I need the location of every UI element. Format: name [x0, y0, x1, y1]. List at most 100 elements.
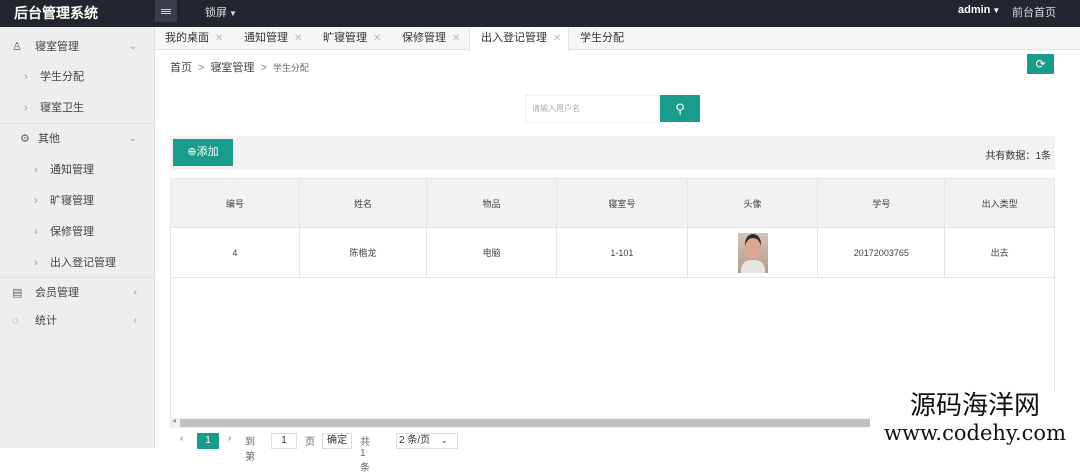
total-unit: 条 — [1041, 151, 1051, 162]
sidebar-item-label: 通知管理 — [50, 164, 94, 176]
breadcrumb: 首页 > 寝室管理 > 学生分配 — [170, 59, 309, 75]
tab-desktop[interactable]: 我的桌面 ✕ — [165, 27, 223, 50]
sidebar-item-label: 保修管理 — [50, 226, 94, 238]
sidebar-item-notice[interactable]: › 通知管理 — [0, 157, 155, 183]
sidebar-item-absence[interactable]: › 旷寝管理 — [0, 188, 155, 214]
caret-down-icon: ▼ — [992, 6, 1001, 15]
lock-screen-label: 锁屏 — [205, 7, 227, 19]
cell-student-no: 20172003765 — [817, 227, 946, 278]
settings-icon: ⚙ — [20, 133, 30, 145]
breadcrumb-section[interactable]: 寝室管理 — [210, 62, 254, 74]
column-header: 编号 — [170, 178, 300, 228]
sidebar-item-label: 学生分配 — [40, 71, 84, 83]
watermark-line1: 源码海洋网 — [909, 391, 1040, 421]
user-name: admin — [958, 4, 991, 16]
top-bar: 后台管理系统 锁屏 ▼ admin ▼ 前台首页 — [0, 0, 1080, 27]
sidebar-item-dorm-hygiene[interactable]: › 寝室卫生 — [0, 95, 155, 121]
sidebar-item-student-assign[interactable]: › 学生分配 — [0, 64, 155, 90]
chevron-right-icon: › — [34, 226, 38, 238]
close-icon[interactable]: ✕ — [373, 33, 381, 44]
tab-label: 通知管理 — [244, 32, 288, 44]
watermark-line2: www.codehy.com — [884, 421, 1066, 445]
tab-label: 旷寝管理 — [323, 32, 367, 44]
tab-label: 保修管理 — [402, 32, 446, 44]
column-header: 姓名 — [298, 178, 428, 228]
page-size-select[interactable]: 2 条/页 ⌄ — [396, 433, 458, 449]
user-menu[interactable]: admin ▼ — [958, 4, 1000, 16]
goto-page-input[interactable]: 1 — [271, 433, 297, 449]
close-icon[interactable]: ✕ — [452, 33, 460, 44]
search-button[interactable]: ⚲ — [660, 95, 700, 122]
sidebar-item-access-log[interactable]: › 出入登记管理 — [0, 250, 155, 276]
refresh-icon: ⟳ — [1035, 57, 1046, 71]
sidebar-group-other[interactable]: ⚙ 其他 ⌄ — [0, 126, 155, 152]
tab-access-log[interactable]: 出入登记管理 ✕ — [469, 27, 569, 51]
total-count: 共有数据：1条 — [985, 147, 1051, 162]
column-header: 头像 — [686, 178, 819, 228]
tab-label: 我的桌面 — [165, 32, 209, 44]
sidebar-group-label: 寝室管理 — [35, 41, 79, 53]
cell-avatar — [686, 227, 819, 278]
chevron-left-icon: ‹ — [133, 315, 137, 326]
sidebar-group-label: 会员管理 — [35, 287, 79, 299]
page-unit-label: 页 — [305, 437, 315, 448]
column-header: 学号 — [817, 178, 946, 228]
chart-icon: ◌ — [12, 315, 19, 327]
sidebar-group-label: 其他 — [38, 133, 60, 145]
sidebar-item-label: 旷寝管理 — [50, 195, 94, 207]
chevron-down-icon: ⌄ — [128, 41, 137, 52]
user-icon: ♙ — [12, 41, 22, 53]
tab-bar: 我的桌面 ✕ 通知管理 ✕ 旷寝管理 ✕ 保修管理 ✕ 出入登记管理 ✕ 学生分配 — [155, 27, 1080, 51]
prev-page-icon[interactable]: ‹ — [180, 433, 183, 444]
breadcrumb-current: 学生分配 — [272, 63, 309, 73]
next-page-icon[interactable]: › — [228, 433, 231, 444]
chevron-left-icon: ‹ — [133, 287, 137, 298]
cell-name: 陈楷龙 — [298, 227, 428, 278]
sidebar-item-label: 寝室卫生 — [40, 102, 84, 114]
page-number-current[interactable]: 1 — [197, 433, 219, 449]
caret-down-icon: ▼ — [229, 9, 237, 18]
sidebar-group-member[interactable]: ▤ 会员管理 ‹ — [0, 280, 155, 306]
divider — [0, 123, 155, 124]
front-page-link[interactable]: 前台首页 — [1012, 4, 1056, 20]
tab-label: 学生分配 — [580, 32, 624, 44]
table-header-row: 编号 姓名 物品 寝室号 头像 学号 出入类型 — [170, 178, 1055, 228]
breadcrumb-separator: > — [198, 62, 205, 74]
search-input[interactable]: 请输入用户名 — [525, 95, 659, 123]
tab-notice[interactable]: 通知管理 ✕ — [244, 27, 302, 50]
tab-absence[interactable]: 旷寝管理 ✕ — [323, 27, 381, 50]
menu-toggle-button[interactable] — [155, 0, 177, 22]
chevron-down-icon: ⌄ — [440, 436, 448, 445]
chevron-right-icon: › — [34, 164, 38, 176]
scroll-left-icon[interactable]: ◂ — [172, 416, 176, 425]
goto-label: 到第 — [245, 437, 255, 463]
tab-repair[interactable]: 保修管理 ✕ — [402, 27, 460, 50]
cell-room: 1-101 — [556, 227, 688, 278]
column-header: 出入类型 — [944, 178, 1055, 228]
add-button[interactable]: ⊕添加 — [173, 139, 233, 166]
breadcrumb-home[interactable]: 首页 — [170, 62, 192, 74]
chevron-right-icon: › — [24, 71, 28, 83]
tab-student-assign[interactable]: 学生分配 — [580, 27, 624, 50]
sidebar-group-stats[interactable]: ◌ 统计 ‹ — [0, 308, 155, 334]
breadcrumb-separator: > — [260, 62, 267, 74]
sidebar: ♙ 寝室管理 ⌄ › 学生分配 › 寝室卫生 ⚙ 其他 ⌄ › 通知管理 › 旷寝管理 … — [0, 27, 155, 448]
sidebar-item-repair[interactable]: › 保修管理 — [0, 219, 155, 245]
app-title: 后台管理系统 — [14, 5, 98, 21]
chevron-right-icon: › — [34, 195, 38, 207]
close-icon[interactable]: ✕ — [215, 33, 223, 44]
sidebar-item-label: 出入登记管理 — [50, 257, 116, 269]
lock-screen-menu[interactable]: 锁屏 ▼ — [205, 4, 237, 20]
chevron-right-icon: › — [34, 257, 38, 269]
sidebar-group-dorm[interactable]: ♙ 寝室管理 ⌄ — [0, 34, 155, 60]
refresh-button[interactable]: ⟳ — [1027, 54, 1054, 74]
table-row[interactable]: 4 陈楷龙 电脑 1-101 20172003765 出去 — [170, 227, 1055, 278]
tab-label: 出入登记管理 — [481, 32, 547, 44]
hamburger-icon — [161, 8, 171, 14]
toolbar: ⊕添加 共有数据：1条 — [170, 136, 1055, 170]
cell-item: 电脑 — [426, 227, 558, 278]
total-label: 共有数据： — [985, 151, 1036, 162]
goto-confirm-button[interactable]: 确定 — [322, 433, 352, 449]
close-icon[interactable]: ✕ — [294, 33, 302, 44]
close-icon[interactable]: ✕ — [553, 33, 561, 44]
